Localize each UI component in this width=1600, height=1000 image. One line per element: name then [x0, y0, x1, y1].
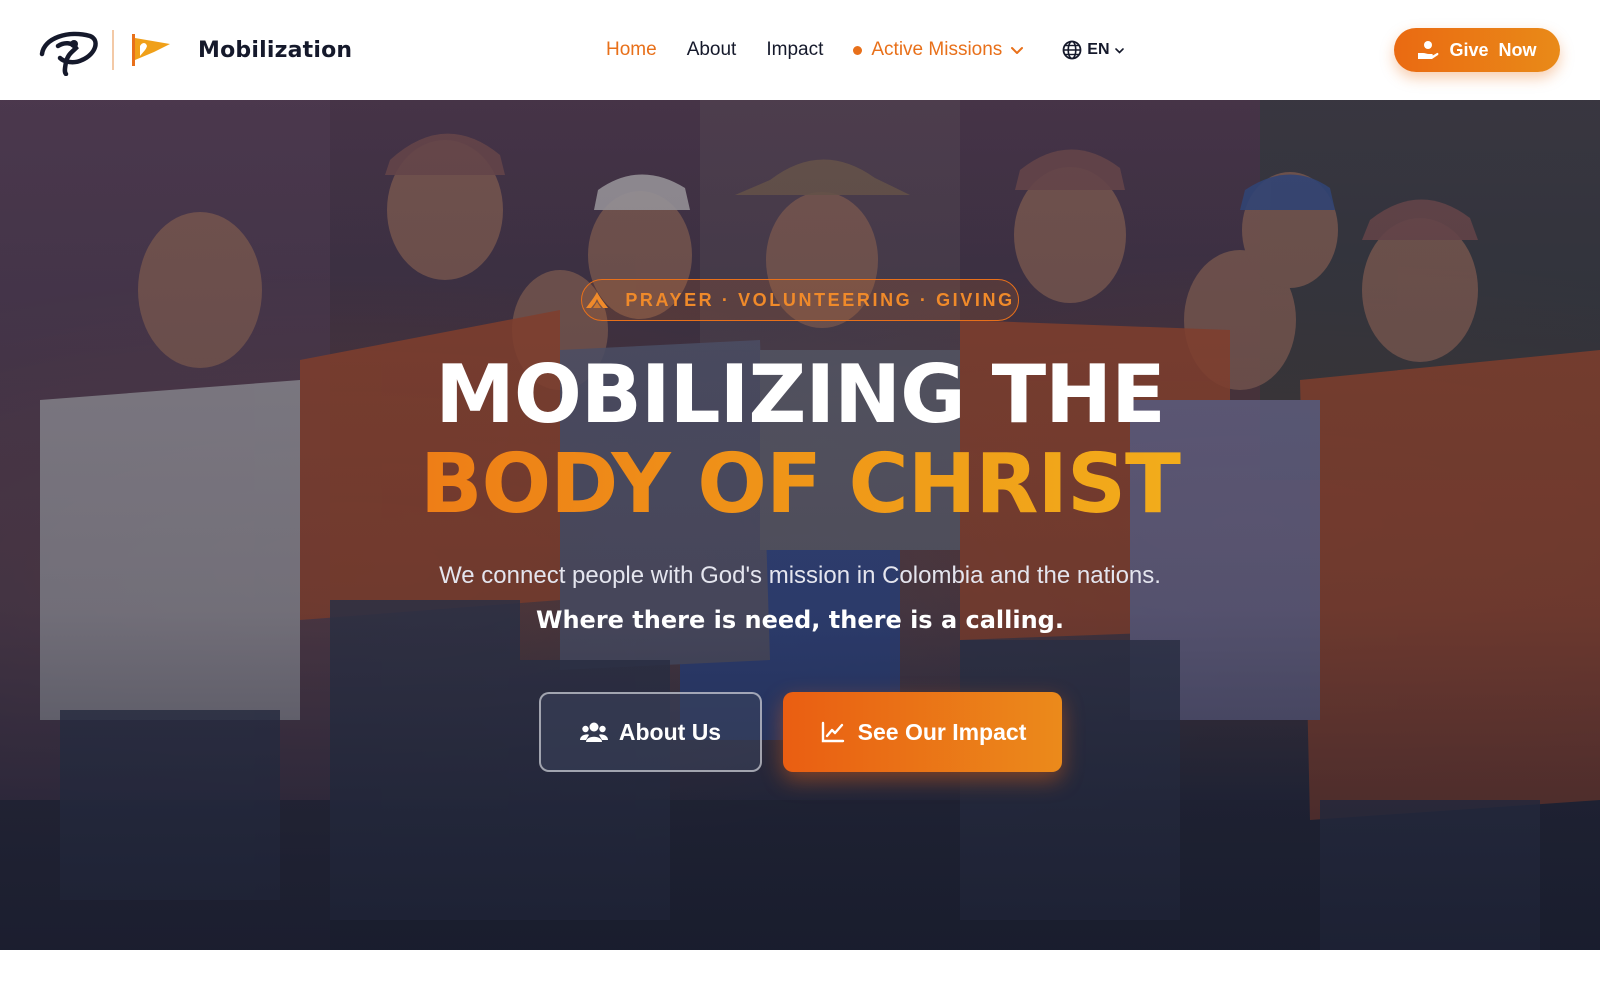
- hero-subtitle: We connect people with God's mission in …: [439, 562, 1161, 589]
- give-now-label: Give Now: [1449, 39, 1537, 60]
- chevron-down-icon: [1011, 47, 1024, 54]
- see-our-impact-label: See Our Impact: [857, 718, 1027, 745]
- nav-active-missions[interactable]: Active Missions: [853, 39, 1024, 61]
- page-bottom: [0, 950, 1600, 1000]
- hand-heart-icon: [1418, 41, 1439, 59]
- hero-subtitle-bold: Where there is need, there is a calling.: [536, 606, 1064, 634]
- see-our-impact-button[interactable]: See Our Impact: [783, 692, 1062, 772]
- tagline-pill: PRAYER · VOLUNTEERING · GIVING: [581, 279, 1019, 321]
- flag-icon: [132, 34, 170, 66]
- site-header: Mobilization Home About Impact Active Mi…: [0, 0, 1600, 100]
- language-selector[interactable]: EN: [1062, 40, 1124, 60]
- users-icon: [579, 722, 608, 742]
- chevron-down-icon: [1114, 47, 1124, 54]
- dove-logo-icon: [39, 31, 98, 76]
- tagline-text: PRAYER · VOLUNTEERING · GIVING: [625, 289, 1015, 310]
- nav-about[interactable]: About: [687, 39, 737, 61]
- hero-title-line1: MOBILIZING THE: [435, 348, 1166, 441]
- globe-icon: [1062, 40, 1082, 60]
- about-us-button[interactable]: About Us: [539, 692, 762, 772]
- nav-missions-label: Active Missions: [871, 39, 1003, 60]
- brand-name: Mobilization: [198, 37, 353, 63]
- nav-impact[interactable]: Impact: [766, 39, 823, 61]
- hero-title-line2: BODY OF CHRIST: [0, 437, 1600, 532]
- brand-divider: [112, 30, 114, 70]
- nav-home[interactable]: Home: [606, 39, 657, 61]
- live-dot-icon: [853, 45, 863, 55]
- main-nav: Home About Impact Active Missions EN: [606, 0, 1125, 100]
- hero-section: PRAYER · VOLUNTEERING · GIVING MOBILIZIN…: [0, 100, 1600, 950]
- about-us-label: About Us: [618, 718, 722, 745]
- chart-line-icon: [821, 721, 844, 743]
- language-label: EN: [1087, 41, 1110, 58]
- brand[interactable]: Mobilization: [38, 24, 352, 76]
- give-now-button[interactable]: Give Now: [1394, 28, 1560, 72]
- praying-hands-icon: [586, 292, 609, 308]
